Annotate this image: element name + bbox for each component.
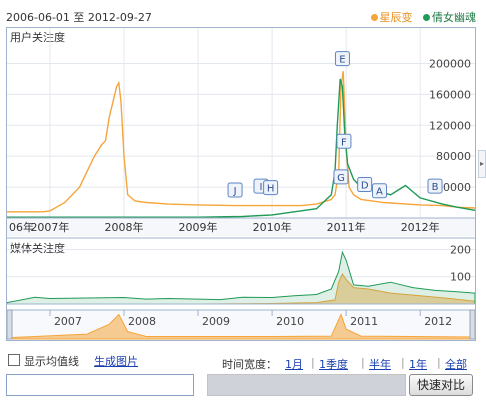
trend-chart[interactable]: 用户关注度2000001600001200008000040000J I HEFGD… [7,28,475,340]
media-y-tick-label: 200 [450,243,471,256]
y-tick-label: 200000 [429,57,471,70]
time-width-1-quarter[interactable]: 1季度 [319,356,348,372]
legend-label-xingchenbian: 星辰变 [379,11,413,24]
legend-dot-xingchenbian [370,13,378,21]
event-marker-label-I: I [260,182,263,193]
event-marker-label-B: B [432,182,439,193]
time-width-all[interactable]: 全部 [445,356,467,372]
keyword-input[interactable] [6,374,194,396]
y-tick-label: 120000 [429,119,471,132]
x-tick-label: 2009年 [179,220,218,234]
separator: | [437,356,441,369]
x-tick-label: 2007年 [30,220,69,234]
event-marker-label-F: F [341,137,347,148]
time-width-label: 时间宽度： [222,358,277,371]
time-width-1-year[interactable]: 1年 [409,356,427,372]
overview-right-handle[interactable] [469,309,475,340]
legend-label-qiannvyouhun: 倩女幽魂 [432,11,476,24]
overview-tick-label: 2008 [128,315,156,328]
show-average-label: 显示均值线 [24,355,79,368]
time-width-half-year[interactable]: 半年 [369,356,391,372]
overview-tick-label: 2007 [54,315,82,328]
overview-left-handle[interactable] [7,309,13,340]
event-marker-label-H: H [267,184,275,195]
user-panel-title: 用户关注度 [10,30,65,44]
date-range: 2006-06-01 至 2012-09-27 [6,11,152,24]
y-tick-label: 80000 [436,150,471,163]
x-tick-label: 2010年 [253,220,292,234]
overview-tick-label: 2009 [202,315,230,328]
event-marker-label-J: J [233,186,237,197]
event-marker-label-D: D [361,181,369,192]
media-area-qiannvyouhun [7,250,475,305]
overview-tick-label: 2011 [350,315,378,328]
event-marker-label-E: E [339,55,345,66]
quick-compare-button[interactable]: 快速对比 [409,374,473,396]
chart-frame: 用户关注度 200000 160000 120000 80000 40000 J I H E F G D… [6,27,476,341]
scroll-right-arrow[interactable]: ▸ [478,150,486,178]
separator: | [361,356,365,369]
generate-image-link[interactable]: 生成图片 [94,353,138,369]
event-marker-label-G: G [337,173,345,184]
time-width-1-month[interactable]: 1月 [285,356,303,372]
keyword-input-disabled [207,374,406,396]
media-y-tick-label: 100 [450,271,471,284]
media-panel-title: 媒体关注度 [10,241,65,255]
x-tick-label: 2008年 [105,220,144,234]
legend-dot-qiannvyouhun [423,13,430,21]
x-tick-label: 2012年 [401,220,440,234]
legend: 星辰变 倩女幽魂 [370,9,476,25]
show-average-checkbox[interactable] [8,354,20,366]
x-tick-label: 2011年 [327,220,366,234]
event-marker-label-A: A [376,187,383,198]
separator: | [401,356,405,369]
y-tick-label: 160000 [429,88,471,101]
overview-tick-label: 2010 [276,315,304,328]
separator: | [311,356,315,369]
overview-tick-label: 2012 [424,315,452,328]
